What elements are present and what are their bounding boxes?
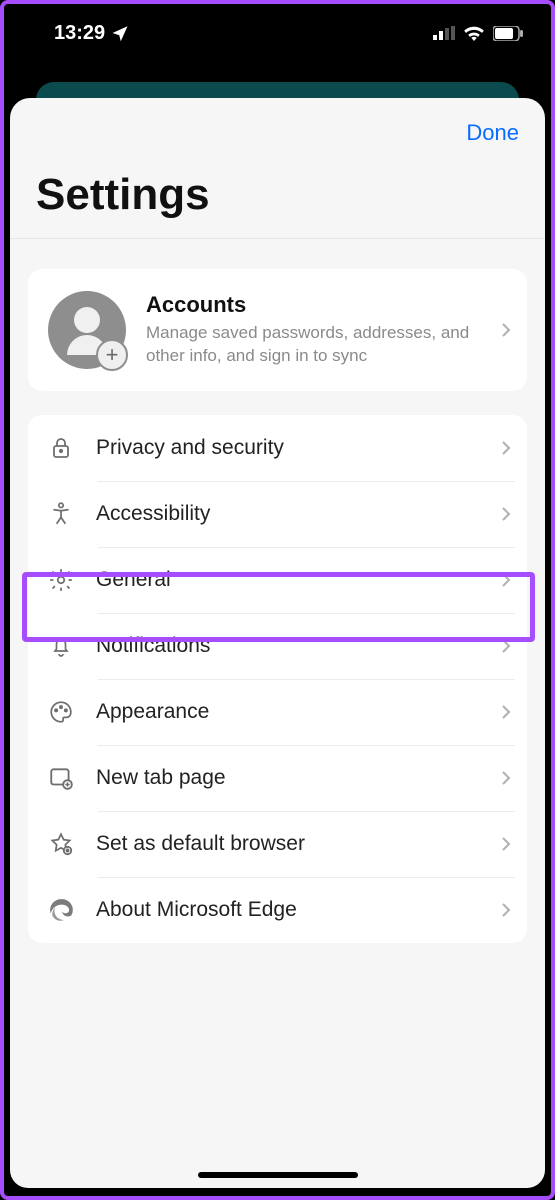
row-label: New tab page xyxy=(96,766,481,790)
row-general[interactable]: General xyxy=(28,547,527,613)
chevron-right-icon xyxy=(501,572,511,588)
done-button[interactable]: Done xyxy=(466,120,519,146)
row-label: Appearance xyxy=(96,700,481,724)
row-privacy-security[interactable]: Privacy and security xyxy=(28,415,527,481)
row-label: Notifications xyxy=(96,634,481,658)
chevron-right-icon xyxy=(501,440,511,456)
accounts-title: Accounts xyxy=(146,292,481,318)
battery-icon xyxy=(493,26,523,41)
chevron-right-icon xyxy=(501,770,511,786)
status-time: 13:29 xyxy=(54,22,105,45)
location-icon xyxy=(111,24,129,42)
plus-icon: + xyxy=(96,339,128,371)
newtab-icon xyxy=(46,763,76,793)
palette-icon xyxy=(46,697,76,727)
lock-icon xyxy=(46,433,76,463)
accounts-subtitle: Manage saved passwords, addresses, and o… xyxy=(146,322,481,368)
chevron-right-icon xyxy=(501,902,511,918)
cellular-icon xyxy=(433,26,455,40)
row-label: Accessibility xyxy=(96,502,481,526)
row-notifications[interactable]: Notifications xyxy=(28,613,527,679)
home-indicator[interactable] xyxy=(198,1172,358,1178)
wifi-icon xyxy=(463,25,485,41)
gear-icon xyxy=(46,565,76,595)
row-about-edge[interactable]: About Microsoft Edge xyxy=(28,877,527,943)
row-label: About Microsoft Edge xyxy=(96,898,481,922)
settings-sheet: Done Settings + Accounts Manage saved pa… xyxy=(10,98,545,1188)
status-bar: 13:29 xyxy=(4,4,551,62)
row-label: Privacy and security xyxy=(96,436,481,460)
bell-icon xyxy=(46,631,76,661)
chevron-right-icon xyxy=(501,506,511,522)
row-default-browser[interactable]: Set as default browser xyxy=(28,811,527,877)
page-title: Settings xyxy=(10,146,545,238)
avatar: + xyxy=(48,291,126,369)
chevron-right-icon xyxy=(501,704,511,720)
accessibility-icon xyxy=(46,499,76,529)
chevron-right-icon xyxy=(501,638,511,654)
row-appearance[interactable]: Appearance xyxy=(28,679,527,745)
row-accessibility[interactable]: Accessibility xyxy=(28,481,527,547)
star-gear-icon xyxy=(46,829,76,859)
chevron-right-icon xyxy=(501,322,511,338)
row-label: Set as default browser xyxy=(96,832,481,856)
row-new-tab-page[interactable]: New tab page xyxy=(28,745,527,811)
accounts-card[interactable]: + Accounts Manage saved passwords, addre… xyxy=(28,269,527,391)
edge-icon xyxy=(46,895,76,925)
settings-list: Privacy and security Accessibility Gener… xyxy=(28,415,527,943)
chevron-right-icon xyxy=(501,836,511,852)
row-label: General xyxy=(96,568,481,592)
